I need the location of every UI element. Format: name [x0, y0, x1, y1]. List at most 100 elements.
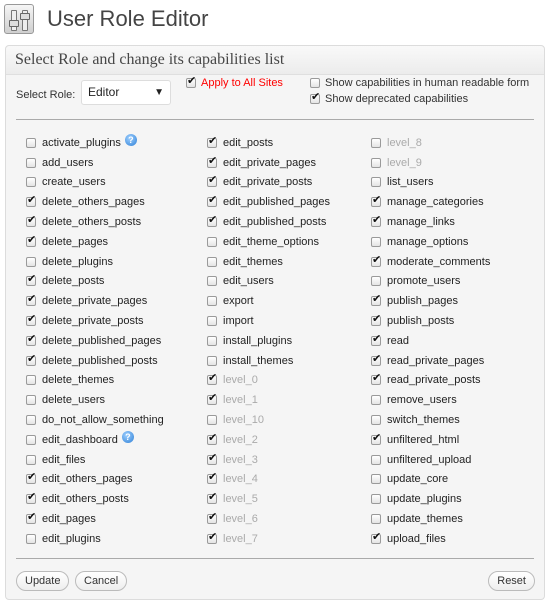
- capability-checkbox[interactable]: [371, 236, 381, 247]
- capability-checkbox[interactable]: [207, 391, 217, 406]
- capability-item[interactable]: level_4: [207, 470, 330, 490]
- capability-checkbox[interactable]: [207, 236, 217, 247]
- capability-item[interactable]: edit_private_pages: [207, 153, 330, 173]
- capability-item[interactable]: delete_others_pages: [26, 192, 164, 212]
- capability-item[interactable]: import: [207, 311, 330, 331]
- capability-item[interactable]: delete_users: [26, 390, 164, 410]
- capability-item[interactable]: level_9: [371, 153, 490, 173]
- role-select[interactable]: Editor ▼: [81, 80, 171, 105]
- capability-checkbox[interactable]: [371, 177, 381, 188]
- capability-item[interactable]: manage_links: [371, 212, 490, 232]
- capability-checkbox[interactable]: [207, 154, 217, 168]
- capability-checkbox[interactable]: [371, 312, 381, 327]
- capability-checkbox[interactable]: [371, 332, 381, 346]
- capability-checkbox[interactable]: [207, 530, 217, 544]
- capability-checkbox[interactable]: [371, 415, 381, 426]
- capability-item[interactable]: read_private_posts: [371, 371, 490, 391]
- capability-checkbox[interactable]: [371, 157, 381, 168]
- capability-item[interactable]: edit_dashboard?: [26, 430, 164, 450]
- capability-item[interactable]: level_6: [207, 509, 330, 529]
- capability-checkbox[interactable]: [26, 193, 36, 208]
- help-icon[interactable]: ?: [124, 133, 137, 146]
- capability-item[interactable]: delete_private_pages: [26, 291, 164, 311]
- capability-checkbox[interactable]: [207, 213, 217, 228]
- capability-checkbox[interactable]: [207, 193, 217, 208]
- capability-checkbox[interactable]: [26, 292, 36, 307]
- capability-item[interactable]: export: [207, 291, 330, 311]
- capability-checkbox[interactable]: [371, 494, 381, 505]
- capability-checkbox[interactable]: [26, 352, 36, 366]
- human-readable-option[interactable]: Show capabilities in human readable form: [310, 77, 529, 89]
- capability-checkbox[interactable]: [207, 371, 217, 386]
- capability-checkbox[interactable]: [207, 335, 217, 346]
- capability-checkbox[interactable]: [207, 451, 217, 465]
- capability-item[interactable]: manage_categories: [371, 192, 490, 212]
- capability-checkbox[interactable]: [26, 233, 36, 247]
- capability-item[interactable]: update_plugins: [371, 489, 490, 509]
- capability-item[interactable]: edit_plugins: [26, 529, 164, 549]
- capability-checkbox[interactable]: [26, 470, 36, 485]
- capability-item[interactable]: edit_private_posts: [207, 173, 330, 193]
- capability-item[interactable]: publish_pages: [371, 291, 490, 311]
- capability-checkbox[interactable]: [371, 474, 381, 485]
- capability-checkbox[interactable]: [26, 272, 36, 287]
- capability-checkbox[interactable]: [26, 137, 36, 148]
- apply-all-sites-option[interactable]: Apply to All Sites: [186, 74, 283, 89]
- capability-checkbox[interactable]: [207, 510, 217, 525]
- capability-checkbox[interactable]: [26, 415, 36, 426]
- capability-item[interactable]: install_plugins: [207, 331, 330, 351]
- capability-checkbox[interactable]: [371, 530, 381, 544]
- apply-all-sites-checkbox[interactable]: [186, 74, 196, 88]
- capability-item[interactable]: publish_posts: [371, 311, 490, 331]
- capability-item[interactable]: edit_posts: [207, 133, 330, 153]
- capability-checkbox[interactable]: [371, 292, 381, 307]
- capability-item[interactable]: edit_files: [26, 450, 164, 470]
- capability-item[interactable]: delete_published_posts: [26, 351, 164, 371]
- capability-checkbox[interactable]: [371, 193, 381, 208]
- capability-item[interactable]: update_themes: [371, 509, 490, 529]
- capability-item[interactable]: moderate_comments: [371, 252, 490, 272]
- capability-checkbox[interactable]: [371, 454, 381, 465]
- update-button[interactable]: Update: [16, 571, 70, 591]
- capability-item[interactable]: read: [371, 331, 490, 351]
- capability-item[interactable]: edit_published_pages: [207, 192, 330, 212]
- help-icon[interactable]: ?: [121, 430, 134, 443]
- capability-checkbox[interactable]: [371, 431, 381, 445]
- capability-checkbox[interactable]: [26, 332, 36, 346]
- capability-item[interactable]: level_0: [207, 371, 330, 391]
- capability-item[interactable]: level_3: [207, 450, 330, 470]
- capability-checkbox[interactable]: [371, 371, 381, 386]
- capability-item[interactable]: do_not_allow_something: [26, 410, 164, 430]
- capability-checkbox[interactable]: [371, 253, 381, 267]
- capability-checkbox[interactable]: [371, 352, 381, 366]
- capability-item[interactable]: edit_others_pages: [26, 470, 164, 490]
- reset-button[interactable]: Reset: [488, 571, 535, 591]
- capability-item[interactable]: delete_pages: [26, 232, 164, 252]
- capability-item[interactable]: activate_plugins?: [26, 133, 164, 153]
- capability-item[interactable]: install_themes: [207, 351, 330, 371]
- capability-item[interactable]: level_10: [207, 410, 330, 430]
- capability-item[interactable]: read_private_pages: [371, 351, 490, 371]
- capability-item[interactable]: delete_private_posts: [26, 311, 164, 331]
- capability-item[interactable]: edit_pages: [26, 509, 164, 529]
- capability-item[interactable]: unfiltered_upload: [371, 450, 490, 470]
- capability-item[interactable]: delete_others_posts: [26, 212, 164, 232]
- capability-item[interactable]: delete_plugins: [26, 252, 164, 272]
- capability-item[interactable]: edit_theme_options: [207, 232, 330, 252]
- capability-item[interactable]: level_1: [207, 390, 330, 410]
- capability-item[interactable]: upload_files: [371, 529, 490, 549]
- capability-checkbox[interactable]: [26, 454, 36, 465]
- capability-checkbox[interactable]: [207, 296, 217, 307]
- capability-item[interactable]: manage_options: [371, 232, 490, 252]
- capability-item[interactable]: switch_themes: [371, 410, 490, 430]
- capability-item[interactable]: remove_users: [371, 390, 490, 410]
- capability-item[interactable]: level_8: [371, 133, 490, 153]
- capability-item[interactable]: promote_users: [371, 272, 490, 292]
- capability-item[interactable]: edit_others_posts: [26, 489, 164, 509]
- capability-checkbox[interactable]: [371, 514, 381, 525]
- capability-checkbox[interactable]: [26, 213, 36, 228]
- capability-item[interactable]: add_users: [26, 153, 164, 173]
- capability-checkbox[interactable]: [26, 434, 36, 445]
- capability-checkbox[interactable]: [371, 137, 381, 148]
- capability-checkbox[interactable]: [207, 256, 217, 267]
